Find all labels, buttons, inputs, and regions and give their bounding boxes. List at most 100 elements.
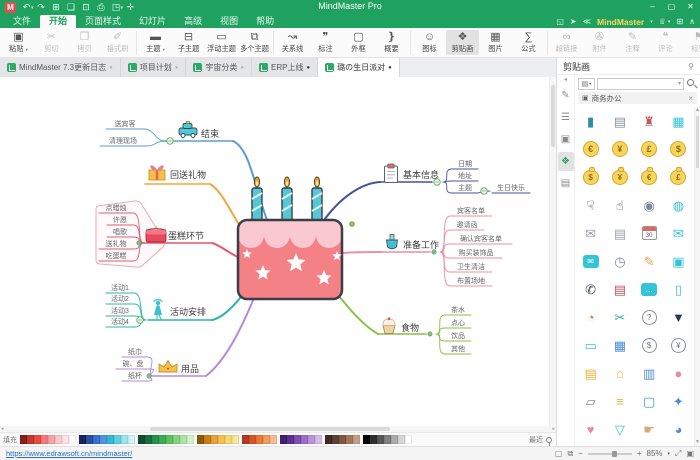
menu-帮助[interactable]: 帮助 xyxy=(247,15,283,28)
ribbon-浮动主题-button[interactable]: ▭浮动主题 xyxy=(205,30,238,55)
clipart-pencil[interactable]: ✎ xyxy=(635,247,664,275)
color-swatch[interactable] xyxy=(69,435,76,444)
color-swatch[interactable] xyxy=(152,435,159,444)
document-tab-项目计划[interactable]: 项目计划● xyxy=(121,58,187,77)
clipart-bank[interactable]: ⌂ xyxy=(605,359,634,387)
clipart-dollar-circle[interactable]: $ xyxy=(635,331,664,359)
color-swatch[interactable] xyxy=(270,435,277,444)
zoom-in-button[interactable]: + xyxy=(637,449,642,458)
mindmap-subtopic[interactable]: 宾客名单 xyxy=(457,206,485,215)
mindmap-subtopic[interactable]: 茶水 xyxy=(451,305,465,314)
color-swatch[interactable] xyxy=(391,435,398,444)
clipart-box[interactable]: ▥ xyxy=(635,359,664,387)
fullscreen-icon[interactable]: ◱ xyxy=(556,17,564,26)
clipart-card[interactable]: ✦ xyxy=(664,387,693,415)
clipart-category-button[interactable]: ▤▾ xyxy=(578,78,595,90)
account-caret-icon[interactable]: ▾ xyxy=(650,19,653,25)
color-swatch[interactable] xyxy=(93,435,100,444)
color-swatch[interactable] xyxy=(86,435,93,444)
clipart-icecream[interactable]: ♥ xyxy=(576,415,605,443)
clipart-moneybag-dollar[interactable]: $ xyxy=(576,163,605,191)
ribbon-粘贴-button[interactable]: ▣粘贴 ▾ xyxy=(2,30,35,55)
ribbon-图片-button[interactable]: ▦图片 xyxy=(479,30,512,55)
clipart-resume[interactable]: ▤ xyxy=(605,107,634,135)
ribbon-概要-button[interactable]: ❵概要 xyxy=(375,30,408,55)
apps-icon[interactable]: ⊞ xyxy=(676,17,683,26)
mindmap-subtopic[interactable]: 活动1 xyxy=(111,283,129,292)
mindmap-subtopic[interactable]: 点蜡烛 xyxy=(106,203,127,212)
mindmap-topic-end[interactable]: 结束 xyxy=(201,128,219,139)
color-swatch[interactable] xyxy=(218,435,225,444)
color-swatch[interactable] xyxy=(353,435,360,444)
color-swatch[interactable] xyxy=(187,435,194,444)
collapse-icon[interactable] xyxy=(434,179,440,185)
clipart-alarm-clock[interactable]: ◔ xyxy=(576,303,605,331)
document-tab-ERP上线[interactable]: ERP上线● xyxy=(252,58,318,77)
icon-pane-tab[interactable]: ▣ xyxy=(558,130,574,149)
color-swatch[interactable] xyxy=(48,435,55,444)
clipart-tub[interactable]: ▽ xyxy=(605,415,634,443)
mindmap-subtopic[interactable]: 邀请函 xyxy=(457,220,478,229)
menu-高级[interactable]: 高级 xyxy=(175,15,211,28)
branch-handle-dot[interactable] xyxy=(147,374,151,378)
mindmap-subtopic[interactable]: 纸杯 xyxy=(128,371,142,380)
mindmap-canvas[interactable]: 送宾客清理现场结束回送礼物点蜡烛许愿唱歌送礼物吃蛋糕蛋糕环节活动1活动2活动3活… xyxy=(0,77,549,426)
mindmap-subtopic[interactable]: 购买装饰品 xyxy=(459,248,494,257)
color-swatch[interactable] xyxy=(339,435,346,444)
mindmap-subtopic[interactable]: 许愿 xyxy=(113,215,127,224)
mindmap-topic-cake-session[interactable]: 蛋糕环节 xyxy=(168,230,204,241)
color-swatch[interactable] xyxy=(211,435,218,444)
mindmap-subtopic[interactable]: 碗、盘 xyxy=(123,359,144,368)
redo-icon[interactable]: ↷ xyxy=(34,0,49,15)
color-swatch[interactable] xyxy=(308,435,315,444)
clipart-question-head[interactable]: ? xyxy=(635,303,664,331)
color-swatch[interactable] xyxy=(159,435,166,444)
ribbon-公式-button[interactable]: ∑公式 xyxy=(512,30,545,55)
color-swatch[interactable] xyxy=(332,435,339,444)
clipart-mail-open[interactable]: ✉ xyxy=(576,219,605,247)
category-close-icon[interactable]: × xyxy=(688,94,693,103)
color-swatch[interactable] xyxy=(398,435,405,444)
clipart-wallet[interactable]: ▱ xyxy=(576,387,605,415)
outline-pane-tab[interactable]: ☰ xyxy=(558,108,574,127)
clipart-basket[interactable]: ▤ xyxy=(576,359,605,387)
color-swatch[interactable] xyxy=(370,435,377,444)
tab-close-icon[interactable]: ● xyxy=(175,65,179,71)
ribbon-多个主题-button[interactable]: ⧉多个主题 xyxy=(238,30,271,55)
clipart-monitor[interactable]: ▭ xyxy=(576,331,605,359)
color-picker-icon[interactable] xyxy=(546,437,552,443)
color-swatch[interactable] xyxy=(280,435,287,444)
document-tab-MindMaster 7.3更新日志[interactable]: MindMaster 7.3更新日志● xyxy=(0,58,121,77)
clipart-phone-call[interactable]: ✆ xyxy=(576,275,605,303)
zoom-slider[interactable] xyxy=(588,453,632,455)
open-icon[interactable]: ❏ xyxy=(64,0,79,15)
style-pane-tab[interactable]: ✎ xyxy=(558,86,574,105)
mindmap-topic-supplies[interactable]: 用品 xyxy=(181,364,199,374)
mindmap-topic-basic-info[interactable]: 基本信息 xyxy=(403,169,439,180)
color-swatch[interactable] xyxy=(294,435,301,444)
ribbon-关系线-button[interactable]: ↝关系线 xyxy=(276,30,309,55)
collapse-icon[interactable] xyxy=(481,188,487,194)
ribbon-外框-button[interactable]: ▢外框 xyxy=(342,30,375,55)
page-setup-icon[interactable]: ▢ xyxy=(555,449,563,458)
clipart-briefcase[interactable]: ▣ xyxy=(664,247,693,275)
zoom-caret-icon[interactable]: ▾ xyxy=(668,451,671,457)
clipart-globe[interactable]: ◍ xyxy=(664,191,693,219)
ribbon-子主题-button[interactable]: ⊟子主题 xyxy=(172,30,205,55)
collapse-icon[interactable] xyxy=(137,317,143,323)
central-topic-birthday-cake[interactable] xyxy=(238,177,342,299)
mindmap-subtopic[interactable]: 其他 xyxy=(451,344,465,353)
save-icon[interactable]: ⊡ xyxy=(79,0,94,15)
send-icon[interactable]: ➤ xyxy=(570,17,577,26)
mindmap-subtopic[interactable]: 地址 xyxy=(458,171,472,180)
color-swatch[interactable] xyxy=(20,435,27,444)
clipart-thumbs-up[interactable]: ☝ xyxy=(605,191,634,219)
clipart-document[interactable]: ▤ xyxy=(605,219,634,247)
ribbon-标注-button[interactable]: ❞标注 xyxy=(309,30,342,55)
color-swatch[interactable] xyxy=(114,435,121,444)
clipart-piggy-bank[interactable]: ● xyxy=(664,359,693,387)
color-swatch[interactable] xyxy=(79,435,86,444)
clipart-chat[interactable]: … xyxy=(635,275,664,303)
menu-视图[interactable]: 视图 xyxy=(211,15,247,28)
clipart-pane-tab[interactable]: ❖ xyxy=(558,152,574,171)
